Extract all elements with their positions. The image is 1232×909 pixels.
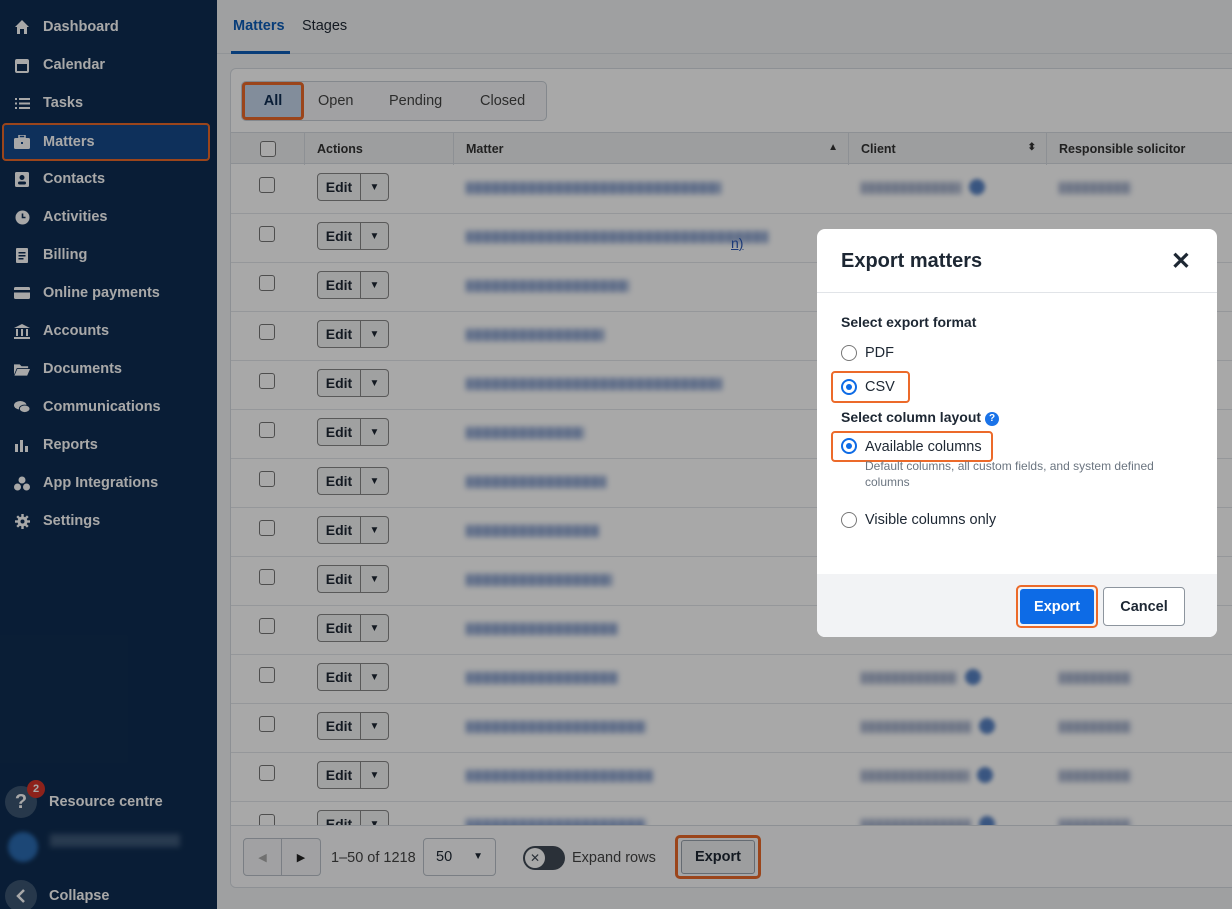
cancel-button[interactable]: Cancel (1103, 587, 1185, 626)
export-matters-dialog: Export matters ✕ Select export format PD… (817, 229, 1217, 637)
pdf-radio[interactable] (841, 345, 857, 361)
export-confirm-button[interactable]: Export (1020, 589, 1094, 624)
csv-label: CSV (865, 379, 895, 395)
dialog-title: Export matters (841, 250, 983, 272)
export-confirm-highlight: Export (1016, 585, 1098, 628)
visible-columns-radio[interactable] (841, 512, 857, 528)
available-columns-hint: Default columns, all custom fields, and … (865, 459, 1154, 489)
csv-radio[interactable] (841, 379, 857, 395)
available-columns-label: Available columns (865, 439, 982, 455)
column-layout-text: Select column layout (841, 409, 982, 425)
dialog-footer: Export Cancel (817, 574, 1217, 637)
column-layout-label: Select column layout? (841, 409, 1000, 426)
close-icon[interactable]: ✕ (1171, 247, 1191, 276)
available-columns-radio[interactable] (841, 438, 857, 454)
dialog-header: Export matters ✕ (817, 229, 1217, 293)
pdf-label: PDF (865, 345, 894, 361)
export-format-label: Select export format (841, 314, 977, 330)
help-icon[interactable]: ? (985, 411, 1000, 426)
visible-columns-label: Visible columns only (865, 512, 997, 528)
